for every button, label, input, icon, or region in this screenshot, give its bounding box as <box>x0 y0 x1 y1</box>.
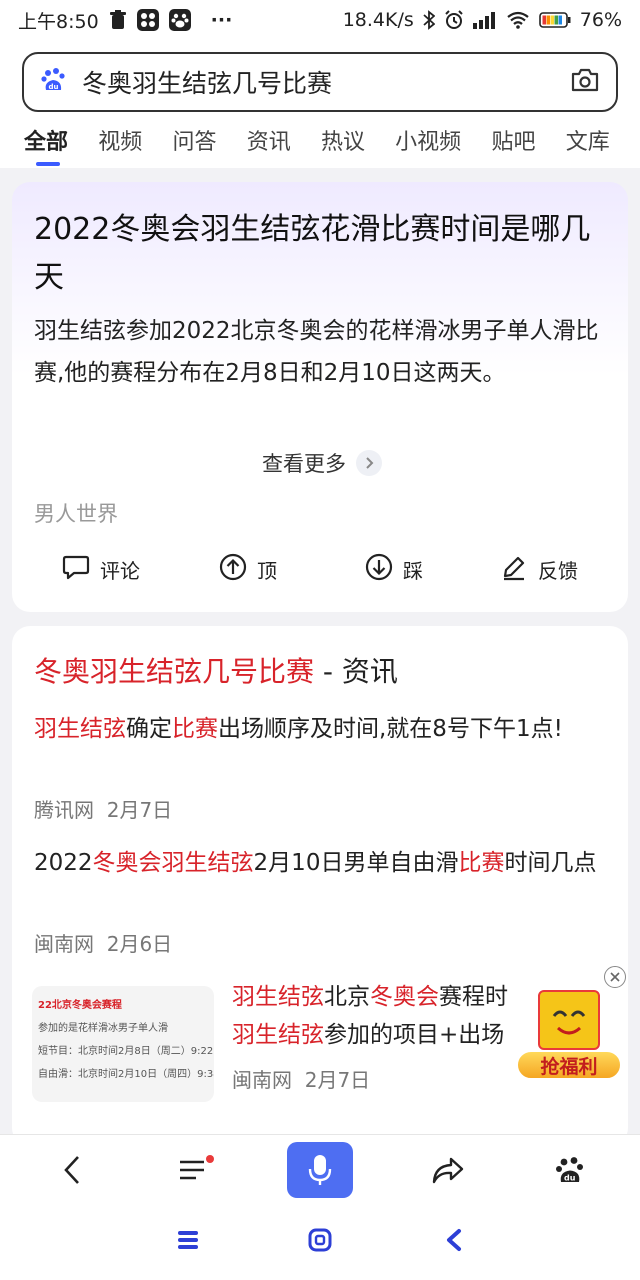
tab-short-video[interactable]: 小视频 <box>395 122 491 156</box>
arrow-down-circle-icon <box>365 553 393 586</box>
status-bar: 上午8:50 ··· 18.4K/s 76% <box>0 0 640 40</box>
chevron-left-icon <box>64 1156 79 1184</box>
baidu-paw-icon <box>168 9 191 31</box>
search-input[interactable]: 冬奥羽生结弦几号比赛 <box>82 64 332 100</box>
answer-card: 2022冬奥会羽生结弦花滑比赛时间是哪几天 羽生结弦参加2022北京冬奥会的花样… <box>12 182 628 612</box>
tab-video[interactable]: 视频 <box>98 122 172 156</box>
red-envelope-icon <box>538 990 600 1050</box>
baidu-home-button[interactable]: du <box>550 1145 590 1195</box>
tab-news[interactable]: 资讯 <box>247 122 321 156</box>
news-heading[interactable]: 冬奥羽生结弦几号比赛 - 资讯 <box>34 650 398 690</box>
see-more-label: 查看更多 <box>262 452 346 476</box>
tab-wenku[interactable]: 文库 <box>566 122 640 156</box>
camera-icon[interactable] <box>570 67 600 97</box>
system-back-button[interactable] <box>444 1228 464 1256</box>
close-icon <box>610 972 620 982</box>
svg-text:du: du <box>49 83 59 91</box>
home-button[interactable] <box>308 1228 332 1256</box>
signal-icon <box>472 11 497 29</box>
menu-icon <box>180 1155 214 1180</box>
tab-all[interactable]: 全部 <box>24 122 98 166</box>
recent-apps-button[interactable] <box>176 1228 200 1256</box>
pencil-icon <box>500 553 528 586</box>
downvote-button[interactable]: 踩 <box>365 553 423 586</box>
baidu-paw-icon: du <box>556 1157 583 1183</box>
search-box[interactable]: du 冬奥羽生结弦几号比赛 <box>22 52 618 112</box>
promo-badge[interactable]: 抢福利 <box>516 990 624 1080</box>
search-header: du 冬奥羽生结弦几号比赛 全部 视频 问答 资讯 热议 小视频 贴吧 文库 <box>0 40 640 168</box>
tab-qa[interactable]: 问答 <box>172 122 246 156</box>
answer-actions: 评论 顶 踩 反馈 <box>12 552 628 586</box>
comment-icon <box>62 554 90 585</box>
comment-label: 评论 <box>100 558 140 583</box>
news-heading-keyword: 冬奥羽生结弦几号比赛 <box>34 655 315 688</box>
home-icon <box>308 1228 332 1252</box>
upvote-label: 顶 <box>257 558 277 583</box>
answer-body: 羽生结弦参加2022北京冬奥会的花样滑冰男子单人滑比赛,他的赛程分布在2月8日和… <box>34 318 599 386</box>
system-nav-bar <box>0 1204 640 1280</box>
news-item-meta: 闽南网 2月7日 <box>232 1068 371 1092</box>
feedback-button[interactable]: 反馈 <box>500 553 578 586</box>
bottom-toolbar: du <box>0 1134 640 1204</box>
chevron-right-icon <box>356 450 382 476</box>
baidu-logo-icon: du <box>40 66 68 98</box>
back-button[interactable] <box>52 1145 92 1195</box>
arrow-up-circle-icon <box>219 553 247 586</box>
bluetooth-icon <box>423 10 435 30</box>
feedback-label: 反馈 <box>538 558 578 583</box>
network-speed: 18.4K/s <box>342 9 414 31</box>
more-dots-icon: ··· <box>210 9 233 31</box>
status-time: 上午8:50 <box>18 10 99 33</box>
upvote-button[interactable]: 顶 <box>219 553 277 586</box>
promo-label: 抢福利 <box>516 1050 622 1080</box>
news-item-title[interactable]: 2022冬奥会羽生结弦2月10日男单自由滑比赛时间几点 <box>34 844 614 882</box>
tab-tieba[interactable]: 贴吧 <box>492 122 566 156</box>
voice-search-button[interactable] <box>287 1142 353 1198</box>
alarm-icon <box>444 10 464 30</box>
trash-icon <box>109 10 127 30</box>
news-item-meta: 腾讯网 2月7日 <box>34 798 173 822</box>
news-item-meta: 闽南网 2月6日 <box>34 932 173 956</box>
app-grid-icon <box>136 9 159 31</box>
answer-title[interactable]: 2022冬奥会羽生结弦花滑比赛时间是哪几天 <box>34 206 614 302</box>
share-icon <box>432 1157 464 1184</box>
wifi-icon <box>506 11 530 29</box>
battery-percent: 76% <box>579 9 622 31</box>
downvote-label: 踩 <box>403 558 423 583</box>
menu-button[interactable] <box>172 1145 216 1195</box>
news-heading-suffix: - 资讯 <box>314 655 398 688</box>
back-arrow-icon <box>447 1229 461 1251</box>
svg-text:du: du <box>564 1174 576 1183</box>
news-thumbnail[interactable]: 22北京冬奥会赛程 参加的是花样滑冰男子单人滑 短节目：北京时间2月8日（周二）… <box>32 986 214 1102</box>
battery-icon <box>538 12 571 28</box>
see-more-button[interactable]: 查看更多 <box>262 448 382 478</box>
share-button[interactable] <box>428 1145 468 1195</box>
answer-source[interactable]: 男人世界 <box>34 498 118 528</box>
comment-button[interactable]: 评论 <box>62 554 140 585</box>
ad-close-button[interactable] <box>604 966 626 988</box>
category-tabs: 全部 视频 问答 资讯 热议 小视频 贴吧 文库 <box>0 122 640 168</box>
news-item-title[interactable]: 羽生结弦确定比赛出场顺序及时间,就在8号下午1点! <box>34 710 614 748</box>
microphone-icon <box>308 1155 332 1185</box>
recents-icon <box>178 1231 198 1249</box>
tab-discussion[interactable]: 热议 <box>321 122 395 156</box>
